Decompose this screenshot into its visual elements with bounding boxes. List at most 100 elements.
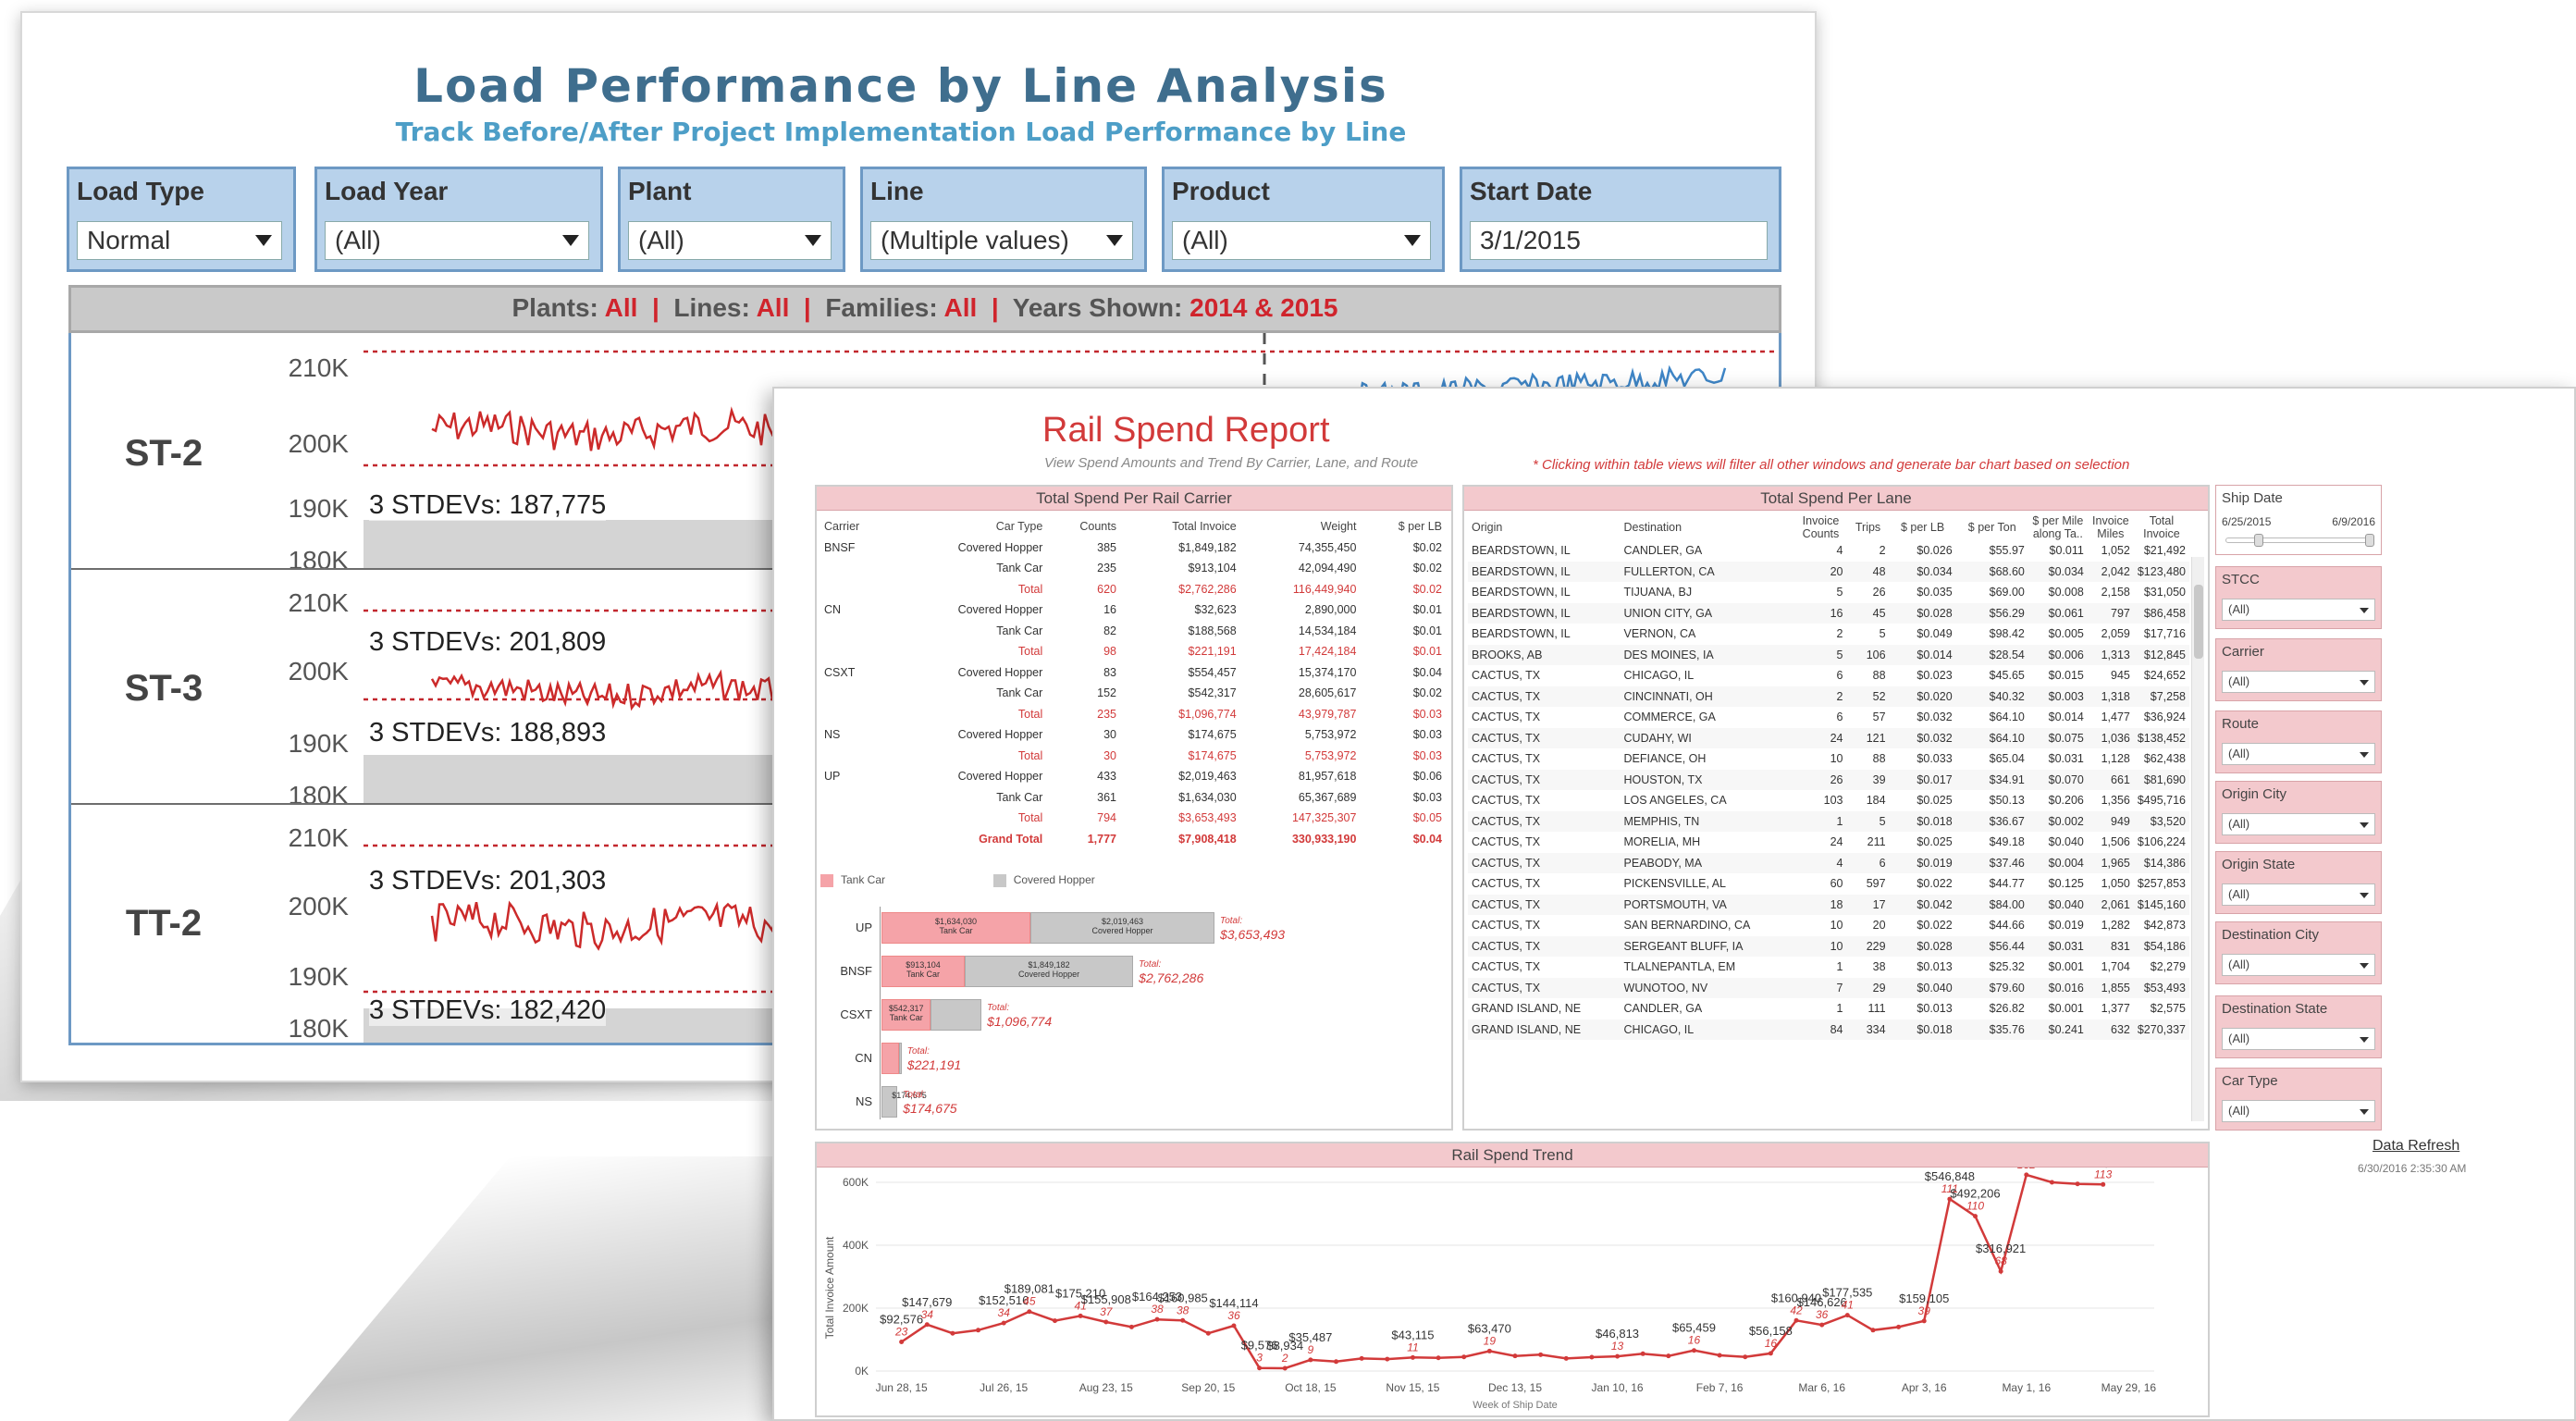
product-select[interactable]: (All) [1172, 221, 1431, 260]
side-filter-origin-city[interactable]: Origin City (All) [2215, 781, 2382, 844]
column-header[interactable]: Invoice Counts [1794, 514, 1846, 540]
column-header[interactable]: $ per LB [1890, 514, 1956, 540]
table-row[interactable]: CN Covered Hopper 16 $32,623 2,890,000 $0.01 [820, 599, 1446, 621]
chevron-down-icon[interactable] [2360, 963, 2369, 969]
side-filter-stcc[interactable]: STCC (All) [2215, 566, 2382, 629]
column-header[interactable]: Car Type [892, 516, 1046, 538]
filter-select[interactable]: (All) [2222, 671, 2375, 693]
table-row[interactable]: Total 30 $174,675 5,753,972 $0.03 [820, 746, 1446, 767]
column-header[interactable]: $ per Ton [1956, 514, 2028, 540]
carrier-table[interactable]: Carrier Car Type Counts Total Invoice We… [820, 516, 1446, 849]
column-header[interactable]: $ per Mile along Ta.. [2028, 514, 2088, 540]
load-type-select[interactable]: Normal [77, 221, 282, 260]
filter-line[interactable]: Line (Multiple values) [860, 167, 1147, 272]
column-header[interactable]: Destination [1621, 514, 1795, 540]
table-row[interactable]: Total 235 $1,096,774 43,979,787 $0.03 [820, 704, 1446, 725]
filter-select[interactable]: (All) [2222, 1028, 2375, 1050]
carrier-bar-chart[interactable]: UP $1,634,030 Tank Car $2,019,463 Covered Ho… [817, 899, 1455, 1121]
table-row[interactable]: UP Covered Hopper 433 $2,019,463 81,957,618 $… [820, 766, 1446, 787]
slider-handle-start[interactable] [2254, 534, 2263, 547]
chevron-down-icon[interactable] [2360, 1037, 2369, 1043]
start-date-input[interactable]: 3/1/2015 [1470, 221, 1768, 260]
table-row[interactable]: Tank Car 235 $913,104 42,094,490 $0.02 [820, 558, 1446, 579]
table-row[interactable]: BEARDSTOWN, IL UNION CITY, GA 16 45 $0.028 $5… [1468, 602, 2189, 624]
filter-select[interactable]: (All) [2222, 883, 2375, 906]
chevron-down-icon[interactable] [562, 235, 579, 246]
table-row[interactable]: CACTUS, TX MORELIA, MH 24 211 $0.025 $49.18 $0… [1468, 832, 2189, 853]
bar-covered-hopper[interactable] [931, 999, 982, 1031]
table-row[interactable]: CACTUS, TX MEMPHIS, TN 1 5 $0.018 $36.67 $0.00… [1468, 810, 2189, 832]
filter-select[interactable]: (All) [2222, 1100, 2375, 1122]
table-row[interactable]: CACTUS, TX SERGEANT BLUFF, IA 10 229 $0.028 $… [1468, 935, 2189, 957]
table-row[interactable]: BNSF Covered Hopper 385 $1,849,182 74,355,45… [820, 538, 1446, 559]
table-row[interactable]: CACTUS, TX HOUSTON, TX 26 39 $0.017 $34.91 $0.… [1468, 769, 2189, 790]
table-row[interactable]: CACTUS, TX CHICAGO, IL 6 88 $0.023 $45.65 $0.0… [1468, 665, 2189, 686]
table-row[interactable]: NS Covered Hopper 30 $174,675 5,753,972 $0.03 [820, 724, 1446, 746]
scrollbar-thumb[interactable] [2194, 585, 2203, 659]
lane-table[interactable]: Origin Destination Invoice Counts Trips … [1468, 514, 2189, 1040]
table-row[interactable]: BEARDSTOWN, IL FULLERTON, CA 20 48 $0.034 $68… [1468, 561, 2189, 582]
chevron-down-icon[interactable] [2360, 893, 2369, 898]
column-header[interactable]: Weight [1240, 516, 1361, 538]
chevron-down-icon[interactable] [2360, 822, 2369, 828]
column-header[interactable]: Trips [1846, 514, 1889, 540]
plant-select[interactable]: (All) [628, 221, 832, 260]
side-filter-ship-date[interactable]: Ship Date 6/25/2015 6/9/2016 [2215, 485, 2382, 555]
filter-start-date[interactable]: Start Date 3/1/2015 [1460, 167, 1781, 272]
table-row[interactable]: Grand Total 1,777 $7,908,418 330,933,190 $0.… [820, 829, 1446, 850]
column-header[interactable]: Invoice Miles [2088, 514, 2134, 540]
table-row[interactable]: CACTUS, TX PEABODY, MA 4 6 $0.019 $37.46 $0.00… [1468, 852, 2189, 873]
chevron-down-icon[interactable] [255, 235, 272, 246]
column-header[interactable]: $ per LB [1360, 516, 1446, 538]
table-row[interactable]: CACTUS, TX PORTSMOUTH, VA 18 17 $0.042 $84.00… [1468, 894, 2189, 915]
column-header[interactable]: Carrier [820, 516, 892, 538]
chevron-down-icon[interactable] [1106, 235, 1123, 246]
filter-select[interactable]: (All) [2222, 599, 2375, 621]
filter-product[interactable]: Product (All) [1162, 167, 1445, 272]
filter-select[interactable]: (All) [2222, 813, 2375, 835]
table-row[interactable]: CACTUS, TX TLALNEPANTLA, EM 1 38 $0.013 $25.3… [1468, 957, 2189, 978]
table-row[interactable]: Total 620 $2,762,286 116,449,940 $0.02 [820, 579, 1446, 600]
chevron-down-icon[interactable] [1404, 235, 1421, 246]
filter-select[interactable]: (All) [2222, 954, 2375, 976]
bar-tank-car[interactable] [881, 1043, 899, 1074]
table-row[interactable]: CACTUS, TX WUNOTOO, NV 7 29 $0.040 $79.60 $0.0… [1468, 977, 2189, 998]
filter-load-year[interactable]: Load Year (All) [314, 167, 603, 272]
side-filter-car-type[interactable]: Car Type (All) [2215, 1068, 2382, 1131]
slider-handle-end[interactable] [2365, 534, 2374, 547]
chevron-down-icon[interactable] [2360, 752, 2369, 758]
side-filter-route[interactable]: Route (All) [2215, 710, 2382, 773]
side-filter-destination-state[interactable]: Destination State (All) [2215, 995, 2382, 1058]
table-row[interactable]: Tank Car 152 $542,317 28,605,617 $0.02 [820, 683, 1446, 704]
table-row[interactable]: CACTUS, TX CUDAHY, WI 24 121 $0.032 $64.10 $0.… [1468, 727, 2189, 748]
table-row[interactable]: GRAND ISLAND, NE CHICAGO, IL 84 334 $0.018 $3… [1468, 1019, 2189, 1040]
date-range-slider[interactable] [2225, 534, 2374, 547]
load-year-select[interactable]: (All) [325, 221, 589, 260]
chevron-down-icon[interactable] [2360, 1109, 2369, 1115]
trend-line-chart[interactable]: 600K 400K 200K 0K Total Invoice Amount Jun 28… [817, 1168, 2208, 1415]
data-refresh-link[interactable]: Data Refresh [2373, 1138, 2459, 1155]
table-row[interactable]: CACTUS, TX SAN BERNARDINO, CA 10 20 $0.022 $4… [1468, 915, 2189, 936]
table-row[interactable]: CACTUS, TX LOS ANGELES, CA 103 184 $0.025 $50… [1468, 790, 2189, 811]
table-row[interactable]: Tank Car 361 $1,634,030 65,367,689 $0.03 [820, 787, 1446, 809]
table-row[interactable]: Total 794 $3,653,493 147,325,307 $0.05 [820, 808, 1446, 829]
chevron-down-icon[interactable] [805, 235, 821, 246]
column-header[interactable]: Origin [1468, 514, 1621, 540]
table-row[interactable]: CSXT Covered Hopper 83 $554,457 15,374,170 $0… [820, 662, 1446, 684]
bar-covered-hopper[interactable] [898, 1043, 902, 1074]
table-row[interactable]: CACTUS, TX PICKENSVILLE, AL 60 597 $0.022 $44… [1468, 873, 2189, 895]
side-filter-carrier[interactable]: Carrier (All) [2215, 638, 2382, 701]
chevron-down-icon[interactable] [2360, 608, 2369, 613]
lane-table-scrollbar[interactable] [2191, 557, 2204, 1121]
filter-load-type[interactable]: Load Type Normal [67, 167, 296, 272]
table-row[interactable]: Tank Car 82 $188,568 14,534,184 $0.01 [820, 621, 1446, 642]
chevron-down-icon[interactable] [2360, 680, 2369, 686]
filter-plant[interactable]: Plant (All) [618, 167, 845, 272]
side-filter-destination-city[interactable]: Destination City (All) [2215, 921, 2382, 984]
table-row[interactable]: CACTUS, TX CINCINNATI, OH 2 52 $0.020 $40.32 $… [1468, 686, 2189, 707]
table-row[interactable]: GRAND ISLAND, NE CANDLER, GA 1 111 $0.013 $26… [1468, 998, 2189, 1019]
filter-select[interactable]: (All) [2222, 743, 2375, 765]
table-row[interactable]: Total 98 $221,191 17,424,184 $0.01 [820, 641, 1446, 662]
table-row[interactable]: BEARDSTOWN, IL TIJUANA, BJ 5 26 $0.035 $69.00… [1468, 582, 2189, 603]
table-row[interactable]: BEARDSTOWN, IL CANDLER, GA 4 2 $0.026 $55.97 $… [1468, 540, 2189, 562]
